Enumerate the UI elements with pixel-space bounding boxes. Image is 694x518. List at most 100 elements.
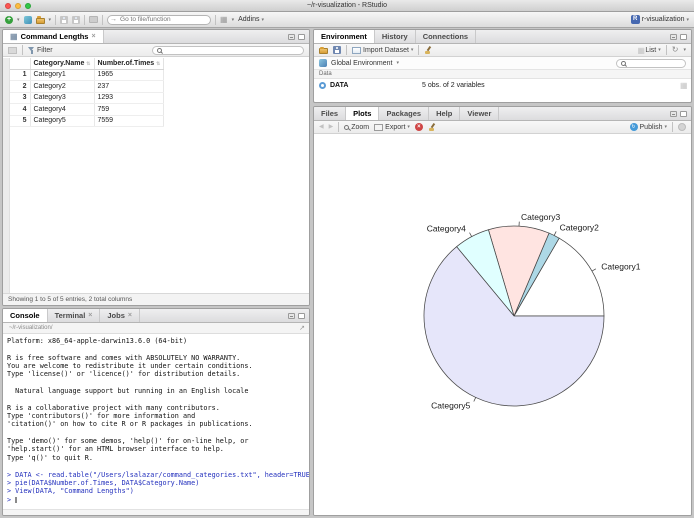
minimize-pane-icon[interactable] [288,313,295,319]
tab-label: Help [436,109,453,118]
environment-object-row[interactable]: DATA 5 obs. of 2 variables [314,79,691,91]
view-object-icon[interactable] [680,82,686,88]
console-line: > DATA <- read.table("/Users/lsalazar/co… [7,470,309,479]
maximize-pane-icon[interactable] [298,34,305,40]
console-line: Type 'contributors()' for more informati… [7,412,196,421]
new-project-icon[interactable] [23,15,32,24]
remove-plot-icon[interactable] [414,123,423,131]
environment-tabbar: Environment History Connections [314,30,691,44]
tab-help[interactable]: Help [429,107,461,120]
window-title: ~/r-visualization - RStudio [307,2,387,9]
table-cell: 237 [94,80,165,93]
table-cell: 1965 [94,69,165,81]
tab-files[interactable]: Files [314,107,347,120]
zoom-icon [344,124,350,130]
export-label: Export [385,123,406,131]
tab-environment[interactable]: Environment [314,30,375,43]
tab-console[interactable]: Console [3,309,48,322]
table-row[interactable]: 4 Category4 759 [10,103,165,116]
tab-viewer[interactable]: Viewer [460,107,500,120]
save-workspace-icon[interactable] [333,46,341,54]
window-titlebar: ~/r-visualization - RStudio [0,0,694,12]
viewer-toolbar: Filter [3,44,309,57]
column-header[interactable]: Category.Name [30,58,95,70]
table-row[interactable]: 2 Category2 237 [10,80,165,93]
minimize-pane-icon[interactable] [670,111,677,117]
tab-label: Console [10,311,40,320]
clear-workspace-icon[interactable] [424,46,432,54]
clear-plots-icon[interactable] [428,123,436,131]
tab-command-lengths[interactable]: Command Lengths [3,30,104,43]
close-tab-icon[interactable] [88,312,92,319]
publish-label: Publish [639,123,663,131]
load-workspace-icon[interactable] [319,46,328,54]
table-row[interactable]: 5 Category5 7559 [10,115,165,127]
close-tab-icon[interactable] [91,33,95,40]
toolbar-separator [346,45,347,55]
close-tab-icon[interactable] [128,312,132,319]
pie-label: Category1 [601,262,640,272]
tab-packages[interactable]: Packages [379,107,430,120]
close-window-button[interactable] [5,3,11,9]
tab-jobs[interactable]: Jobs [100,309,140,322]
minimize-window-button[interactable] [15,3,21,9]
table-row[interactable]: 3 Category3 1293 [10,92,165,104]
save-icon[interactable] [60,15,69,24]
new-file-icon[interactable] [5,15,13,24]
import-dataset-label: Import Dataset [363,46,409,54]
table-header-row: Category.Name Number.of.Times [10,58,165,70]
tab-label: Jobs [107,311,125,320]
filter-label: Filter [37,46,53,54]
popout-console-icon[interactable] [299,325,305,332]
pane-layout-icon[interactable] [220,16,228,24]
minimize-pane-icon[interactable] [670,34,677,40]
console-scrollbar[interactable] [3,509,309,515]
maximize-pane-icon[interactable] [680,111,687,117]
pie-label: Category3 [521,212,560,222]
console-line: Platform: x86_64-apple-darwin13.6.0 (64-… [7,337,188,345]
data-table-body: 1 Category1 1965 2 Category2 237 3 Category3 129… [10,69,165,127]
maximize-pane-icon[interactable] [680,34,687,40]
edit-table-icon[interactable] [8,46,17,54]
table-cell: 3 [10,92,31,104]
open-file-icon[interactable] [35,16,45,24]
list-view-button[interactable]: List [637,47,660,54]
tab-label: Files [321,109,339,118]
maximize-pane-icon[interactable] [298,313,305,319]
tab-plots[interactable]: Plots [346,107,380,120]
console-line: R is a collaborative project with many c… [7,403,220,412]
table-cell: 5 [10,115,31,127]
toolbar-separator [84,14,86,25]
tab-label: Packages [386,109,422,118]
table-row[interactable]: 1 Category1 1965 [10,69,165,81]
filter-button[interactable]: Filter [28,46,53,54]
publish-button[interactable]: Publish [629,123,667,131]
goto-file-input[interactable] [107,14,212,25]
print-icon[interactable] [89,16,99,23]
global-environment-label[interactable]: Global Environment [331,60,392,67]
save-all-icon[interactable] [72,15,81,24]
environment-search-input[interactable] [627,59,681,67]
tab-terminal[interactable]: Terminal [48,309,101,322]
tab-connections[interactable]: Connections [416,30,477,43]
zoom-window-button[interactable] [25,3,31,9]
import-dataset-button[interactable]: Import Dataset [352,46,413,54]
addins-button[interactable]: Addins [238,16,264,23]
zoom-plot-button[interactable]: Zoom [344,124,369,131]
addins-label: Addins [238,16,260,23]
row-number-header[interactable] [10,58,31,70]
table-cell: 1 [10,69,31,81]
minimize-pane-icon[interactable] [288,34,295,40]
refresh-environment-icon[interactable] [672,46,679,54]
column-header[interactable]: Number.of.Times [94,58,165,70]
goto-icon [110,16,117,23]
tab-history[interactable]: History [375,30,416,43]
object-name: DATA [330,81,349,89]
export-plot-button[interactable]: Export [374,123,410,131]
table-search-input[interactable] [163,46,299,54]
console-output[interactable]: Platform: x86_64-apple-darwin13.6.0 (64-… [3,335,309,509]
toolbar-separator [338,122,340,132]
project-menu-button[interactable]: r-visualization [630,15,689,24]
refresh-plot-icon[interactable] [678,123,686,131]
tab-label: History [381,32,408,41]
